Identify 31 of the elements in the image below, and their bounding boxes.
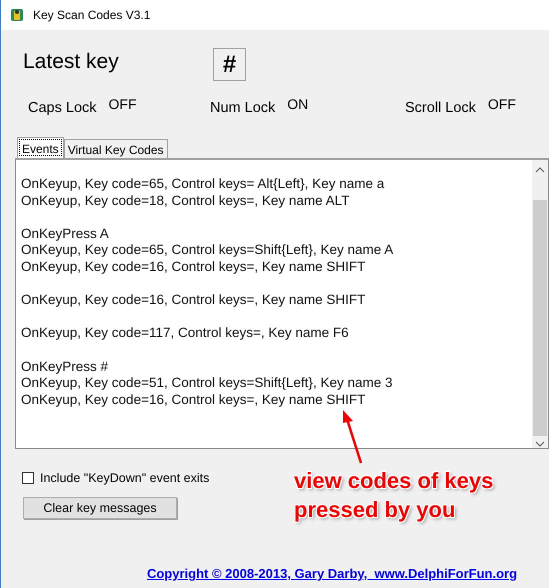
event-line: OnKeyup, Key code=65, Control keys= Alt{Left}, Key name a — [21, 176, 386, 193]
checkbox[interactable] — [22, 472, 34, 484]
event-line: OnKeyup, Key code=16, Control keys=, Key name SHIFT — [21, 292, 366, 309]
app-icon — [9, 7, 25, 23]
event-line: OnKeyup, Key code=65, Control keys=Shift{Left}, Key name A — [21, 242, 394, 259]
annotation-text: view codes of keys pressed by you — [294, 467, 494, 524]
event-line: OnKeyup, Key code=117, Control keys=, Key name F6 — [21, 325, 350, 342]
event-line: OnKeyPress # — [21, 358, 110, 376]
tab[interactable]: Virtual Key Codes — [64, 139, 168, 158]
events-memo[interactable] — [15, 158, 549, 449]
latest-key-display: # — [213, 48, 246, 81]
scroll-thumb[interactable] — [533, 200, 547, 436]
window-title: Key Scan Codes V3.1 — [33, 8, 150, 22]
event-line: OnKeyup, Key code=51, Control keys=Shift{Left}, Key name 3 — [21, 375, 394, 392]
clear-messages-button[interactable]: Clear key messages — [23, 497, 177, 519]
scrollbar[interactable] — [532, 160, 548, 448]
lock-label: Num Lock — [210, 100, 276, 116]
lock-state: ON — [287, 96, 308, 112]
event-line: OnKeyup, Key code=16, Control keys=, Key name SHIFT — [21, 392, 366, 408]
scroll-down-icon[interactable] — [535, 440, 545, 448]
lock-state: OFF — [108, 96, 137, 112]
latest-key-label: Latest key — [23, 50, 120, 74]
lock-state: OFF — [488, 96, 516, 112]
tab[interactable]: Events — [17, 137, 64, 158]
copyright-link[interactable]: Copyright © 2008-2013, Gary Darby, www.DelphiForFun.org — [146, 566, 518, 581]
event-line: OnKeyup, Key code=16, Control keys=, Key name SHIFT — [21, 258, 366, 276]
lock-label: Caps Lock — [28, 100, 97, 116]
lock-label: Scroll Lock — [405, 100, 476, 116]
event-line: OnKeyup, Key code=18, Control keys=, Key name ALT — [21, 192, 350, 210]
scroll-up-icon[interactable] — [535, 166, 545, 174]
event-line: OnKeyPress A — [21, 226, 110, 242]
